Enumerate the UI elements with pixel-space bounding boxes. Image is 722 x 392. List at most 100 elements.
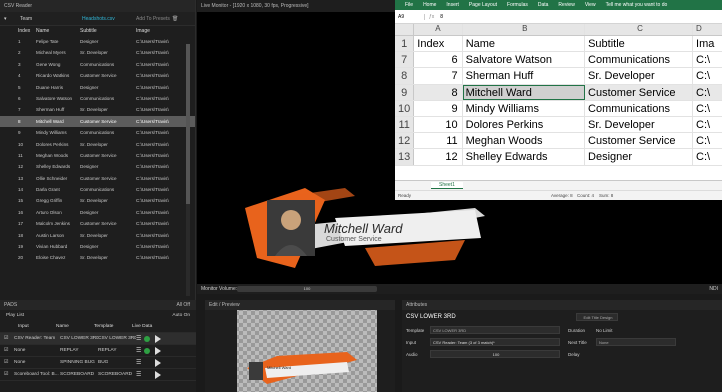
sheet-cell[interactable]: Customer Service	[585, 133, 694, 149]
add-to-presets-button[interactable]: Add To Presets	[136, 16, 170, 22]
sheet-cell[interactable]: Customer Service	[585, 84, 694, 100]
csv-row[interactable]: 18 Austin Larson Sr. Developer C:\Users\Tra…	[0, 230, 195, 241]
enable-checkbox[interactable]: ☑	[4, 369, 12, 380]
sheet-tab[interactable]: Sheet1	[431, 182, 463, 189]
csv-file-link[interactable]: Headshots.csv	[82, 16, 115, 22]
csv-row[interactable]: 20 Eloise Chavez Sr. Developer C:\Users\Tra…	[0, 252, 195, 263]
list-icon[interactable]: ☰	[136, 369, 141, 381]
enable-checkbox[interactable]: ☑	[4, 333, 12, 344]
sheet-cell[interactable]: C:\	[693, 68, 722, 83]
sheet-cell[interactable]: Meghan Woods	[463, 133, 586, 149]
trash-icon[interactable]: 🗑	[172, 16, 178, 22]
csv-row[interactable]: 8 Mitchell Ward Customer Service C:\Users\T…	[0, 115, 195, 128]
play-icon[interactable]	[155, 358, 162, 367]
sheet-cell[interactable]: 8	[414, 84, 463, 100]
sheet-cell[interactable]: Subtitle	[585, 36, 694, 52]
row-header[interactable]: 8	[395, 68, 415, 84]
sheet-cell[interactable]: Shelley Edwards	[463, 149, 586, 165]
list-icon[interactable]: ☰	[136, 333, 141, 345]
auto-on-toggle[interactable]: Auto On	[172, 310, 190, 321]
sheet-cell[interactable]: C:\	[693, 101, 722, 116]
column-header[interactable]: Index	[0, 26, 32, 36]
sheet-cell[interactable]: 12	[414, 149, 463, 165]
audio-slider[interactable]: 100	[430, 350, 560, 358]
sheet-cell[interactable]: Name	[463, 36, 586, 52]
csv-row[interactable]: 3 Gene Wong Communications C:\Users\Travis\	[0, 59, 195, 70]
ribbon-tab[interactable]: Home	[423, 2, 436, 8]
csv-row[interactable]: 13 Ollie Schneider Customer Service C:\User…	[0, 173, 195, 184]
sheet-cell[interactable]: C:\	[693, 149, 722, 164]
ribbon-tab[interactable]: File	[405, 2, 413, 8]
column-header[interactable]: Image	[136, 26, 176, 36]
formula-input[interactable]: 8	[434, 14, 443, 20]
csv-row[interactable]: 15 Gregg Griffin Sr. Developer C:\Users\Tra…	[0, 195, 195, 206]
sheet-cell[interactable]: Sr. Developer	[585, 116, 694, 133]
sheet-cell[interactable]: Mindy Williams	[463, 100, 586, 116]
sheet-cell[interactable]: 11	[414, 133, 463, 149]
next-title-select[interactable]: None	[596, 338, 676, 346]
csv-row[interactable]: 1 Felipe Tate Designer C:\Users\Travis\	[0, 36, 195, 47]
sheet-cell[interactable]: Sr. Developer	[585, 68, 694, 84]
row-header[interactable]: 10	[395, 100, 415, 116]
sheet-cell[interactable]: C:\	[693, 117, 722, 132]
ribbon-tab[interactable]: Tell me what you want to do	[606, 2, 668, 8]
sheet-cell[interactable]: C:\	[693, 52, 722, 67]
name-box[interactable]: A9	[395, 13, 425, 20]
ribbon-tab[interactable]: Formulas	[507, 2, 528, 8]
row-header[interactable]: 13	[395, 149, 415, 165]
play-icon[interactable]	[155, 370, 162, 379]
list-icon[interactable]: ☰	[136, 357, 141, 369]
collapse-icon[interactable]: ▾	[4, 16, 7, 22]
sheet-cell[interactable]: 10	[414, 116, 463, 133]
all-off-button[interactable]: All Off	[176, 300, 190, 310]
column-header[interactable]: D	[693, 24, 722, 35]
csv-row[interactable]: 10 Dolores Perkins Sr. Developer C:\Users\T…	[0, 139, 195, 150]
csv-row[interactable]: 6 Salvatore Watson Communications C:\Users\…	[0, 93, 195, 104]
sheet-cell[interactable]: Index	[414, 36, 463, 52]
ribbon-tab[interactable]: View	[585, 2, 596, 8]
column-header[interactable]: C	[585, 24, 693, 35]
row-header[interactable]: 12	[395, 133, 415, 149]
list-icon[interactable]: ☰	[136, 345, 141, 357]
volume-slider[interactable]: 100	[237, 286, 377, 292]
sheet-cell[interactable]: Sherman Huff	[463, 68, 586, 84]
csv-row[interactable]: 19 Vivian Hubbard Designer C:\Users\Travis\	[0, 241, 195, 252]
csv-row[interactable]: 12 Shelley Edwards Designer C:\Users\Travis…	[0, 161, 195, 172]
csv-row[interactable]: 11 Meghan Woods Customer Service C:\Users\T…	[0, 150, 195, 161]
ribbon-tab[interactable]: Page Layout	[469, 2, 497, 8]
sheet-cell[interactable]: C:\	[693, 84, 722, 100]
preview-canvas[interactable]: Mitchell Ward	[237, 310, 377, 392]
template-select[interactable]: CSV LOWER 3RD	[430, 326, 560, 334]
sheet-cell[interactable]: 7	[414, 68, 463, 84]
edit-title-design-button[interactable]: Edit Title Design	[576, 313, 618, 321]
sheet-cell[interactable]: Ima	[693, 36, 722, 51]
ribbon-tab[interactable]: Insert	[446, 2, 459, 8]
csv-row[interactable]: 16 Arturo Olson Designer C:\Users\Travis\	[0, 207, 195, 218]
pad-row[interactable]: ☑ None REPLAY REPLAY ☰	[0, 345, 196, 357]
play-icon[interactable]	[155, 346, 162, 355]
ribbon-tab[interactable]: Review	[558, 2, 574, 8]
select-all-corner[interactable]	[395, 24, 415, 35]
scrollbar-thumb[interactable]	[186, 44, 190, 204]
row-header[interactable]: 7	[395, 52, 415, 68]
pad-row[interactable]: ☑ Scoreboard Tool: B... SCOREBOARD SCOREBOA…	[0, 369, 196, 381]
column-header[interactable]: A	[414, 24, 463, 35]
sheet-cell[interactable]: Designer	[585, 149, 694, 165]
ndi-label[interactable]: NDI	[709, 284, 718, 294]
csv-row[interactable]: 4 Ricardo Watkins Customer Service C:\Users…	[0, 70, 195, 81]
column-header[interactable]: Name	[32, 26, 80, 36]
csv-row[interactable]: 7 Sherman Huff Sr. Developer C:\Users\Travi…	[0, 104, 195, 115]
enable-checkbox[interactable]: ☑	[4, 357, 12, 368]
csv-row[interactable]: 17 Malcolm Jenkins Customer Service C:\User…	[0, 218, 195, 229]
sheet-cell[interactable]: C:\	[693, 133, 722, 148]
csv-row[interactable]: 2 Micheal Myers Sr. Developer C:\Users\Trav…	[0, 47, 195, 58]
play-icon[interactable]	[155, 334, 162, 343]
sheet-cell[interactable]: 9	[414, 100, 463, 116]
csv-row[interactable]: 9 Mindy Williams Communications C:\Users\Tr…	[0, 127, 195, 138]
row-header[interactable]: 11	[395, 116, 415, 133]
sheet-cell[interactable]: Communications	[585, 100, 694, 116]
enable-checkbox[interactable]: ☑	[4, 345, 12, 356]
sheet-cell[interactable]: Dolores Perkins	[463, 116, 586, 133]
no-limit-checkbox[interactable]: No Limit	[590, 328, 613, 333]
sheet-cell[interactable]: Mitchell Ward	[462, 84, 586, 100]
